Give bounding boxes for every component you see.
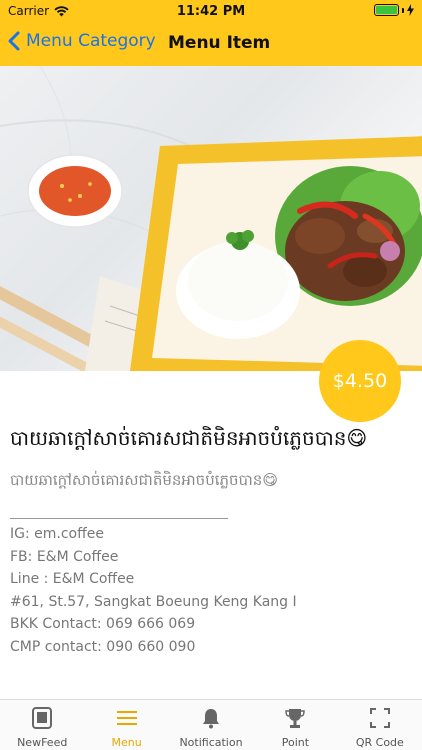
- tab-label-qr-code: QR Code: [355, 736, 404, 749]
- page-title: Menu Item: [168, 33, 271, 53]
- tab-newfeed[interactable]: NewFeed: [0, 700, 84, 750]
- price-badge: $4.50: [319, 340, 401, 422]
- instagram-line: IG: em.coffee: [10, 526, 104, 542]
- navigation-bar: Menu Category Menu Item: [0, 22, 422, 66]
- address-line: #61, St.57, Sangkat Boeung Keng Kang I: [10, 593, 297, 610]
- menu-item-photo: [0, 66, 422, 371]
- food-photo-illustration: [0, 66, 422, 371]
- qr-scan-icon: [368, 706, 392, 730]
- facebook-line: FB: E&M Coffee: [10, 548, 119, 565]
- charging-bolt-icon: [407, 4, 414, 16]
- tab-menu[interactable]: Menu: [84, 700, 168, 750]
- top-bar: Carrier 11:42 PM Menu Category Menu Item: [0, 0, 422, 66]
- menu-item-title: បាយឆាក្តៅសាច់គោរសជាតិមិនអាចបំភ្លេចបាន😋: [10, 426, 368, 450]
- status-time: 11:42 PM: [176, 4, 246, 19]
- tab-label-menu: Menu: [111, 736, 142, 749]
- tab-label-point: Point: [281, 736, 310, 749]
- line-app-line: Line : E&M Coffee: [10, 571, 135, 587]
- cmp-contact-line: CMP contact: 090 660 090: [10, 638, 196, 655]
- bkk-contact-line: BKK Contact: 069 666 069: [10, 616, 196, 632]
- tab-label-notification: Notification: [179, 736, 243, 749]
- back-button[interactable]: Menu Category: [8, 31, 156, 51]
- newsfeed-icon: [30, 706, 54, 730]
- tab-bar: NewFeed Menu Notification Point QR Code: [0, 699, 422, 750]
- bell-icon: [199, 706, 223, 730]
- chevron-left-icon: [8, 31, 20, 51]
- tab-label-newfeed: NewFeed: [17, 736, 68, 749]
- back-button-label: Menu Category: [26, 31, 156, 51]
- battery-icon: [374, 4, 414, 16]
- menu-icon: [115, 706, 139, 730]
- tab-point[interactable]: Point: [253, 700, 337, 750]
- tab-notification[interactable]: Notification: [169, 700, 253, 750]
- contact-details: IG: em.coffee FB: E&M Coffee Line : E&M …: [10, 523, 297, 658]
- status-bar: Carrier 11:42 PM: [0, 0, 422, 22]
- menu-item-description: បាយឆាក្តៅសាច់គោរសជាតិមិនអាចបំភ្លេចបាន😋: [10, 471, 278, 489]
- divider: [10, 518, 228, 519]
- tab-qr-code[interactable]: QR Code: [338, 700, 422, 750]
- trophy-icon: [283, 706, 307, 730]
